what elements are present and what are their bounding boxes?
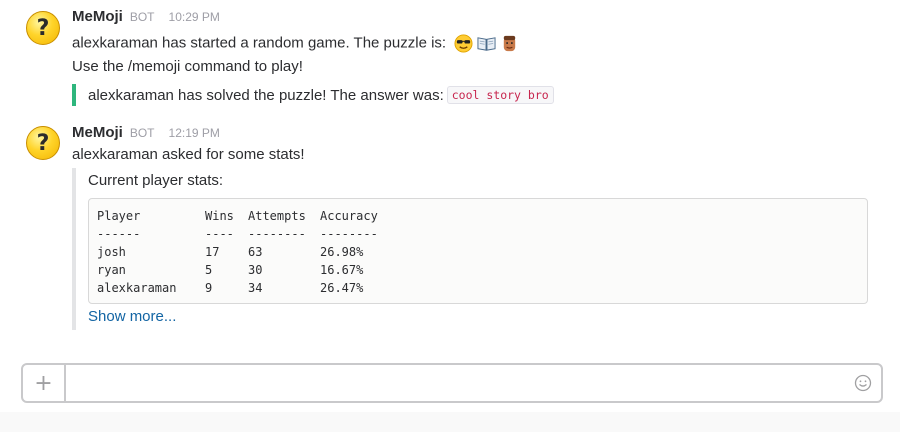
player-cell: alexkaraman <box>97 281 177 295</box>
plus-icon[interactable]: + <box>23 365 66 401</box>
header-wins: Wins <box>205 209 234 223</box>
message-composer: + <box>21 363 883 403</box>
message-text-line: alexkaraman asked for some stats! <box>72 146 305 163</box>
message-text: alexkaraman has started a random game. T… <box>72 34 447 52</box>
bot-badge: BOT <box>129 10 155 24</box>
accuracy-cell: 16.67% <box>320 263 364 277</box>
message-text-line: alexkaraman has started a random game. T… <box>72 34 523 53</box>
open-book-emoji-icon <box>477 37 496 51</box>
bot-avatar-question-icon[interactable]: ? <box>26 126 60 160</box>
accuracy-cell: 26.47% <box>320 281 364 295</box>
stats-attachment: Current player stats: Player Wins Attemp… <box>72 168 872 330</box>
chat-window: ? MeMoji BOT 10:29 PM alexkaraman has st… <box>0 0 900 432</box>
attempts-cell: 34 <box>248 281 263 295</box>
answer-code: cool story bro <box>446 86 554 104</box>
footer-strip <box>0 412 900 432</box>
timestamp[interactable]: 10:29 PM <box>169 10 220 24</box>
separator-cell: -------- <box>320 227 378 241</box>
show-more-link[interactable]: Show more... <box>88 308 176 325</box>
header-attempts: Attempts <box>248 209 306 223</box>
header-accuracy: Accuracy <box>320 209 378 223</box>
sender-name[interactable]: MeMoji <box>72 124 123 141</box>
sender-name[interactable]: MeMoji <box>72 8 123 25</box>
smiley-icon[interactable] <box>854 374 872 392</box>
table-row: alexkaraman 9 34 26.47% <box>97 279 363 297</box>
stats-code-block: Player Wins Attempts Accuracy ------ ---… <box>88 198 868 304</box>
man-face-emoji-icon <box>504 35 516 52</box>
message-header: MeMoji BOT 10:29 PM <box>72 8 220 28</box>
table-header-row: Player Wins Attempts Accuracy <box>97 207 378 225</box>
attempts-cell: 63 <box>248 245 263 259</box>
separator-cell: -------- <box>248 227 306 241</box>
message-text-line-2: Use the /memoji command to play! <box>72 58 303 75</box>
message-input[interactable] <box>67 365 851 403</box>
separator-cell: ------ <box>97 227 141 241</box>
attachment-text: alexkaraman has solved the puzzle! The a… <box>88 86 444 104</box>
table-row: josh 17 63 26.98% <box>97 243 363 261</box>
attempts-cell: 30 <box>248 263 263 277</box>
wins-cell: 17 <box>205 245 220 259</box>
separator-cell: ---- <box>205 227 234 241</box>
table-row: ryan 5 30 16.67% <box>97 261 363 279</box>
wins-cell: 5 <box>205 263 213 277</box>
header-player: Player <box>97 209 141 223</box>
wins-cell: 9 <box>205 281 213 295</box>
sunglasses-emoji-icon <box>454 34 473 53</box>
bot-avatar-question-icon[interactable]: ? <box>26 11 60 45</box>
bot-badge: BOT <box>129 126 155 140</box>
solved-attachment: alexkaraman has solved the puzzle! The a… <box>72 84 554 106</box>
accuracy-cell: 26.98% <box>320 245 364 259</box>
timestamp[interactable]: 12:19 PM <box>169 126 220 140</box>
puzzle-emojis <box>454 34 523 53</box>
player-cell: ryan <box>97 263 126 277</box>
player-cell: josh <box>97 245 126 259</box>
message-header: MeMoji BOT 12:19 PM <box>72 124 220 144</box>
attachment-title: Current player stats: <box>88 172 224 189</box>
table-separator-row: ------ ---- -------- -------- <box>97 225 378 243</box>
